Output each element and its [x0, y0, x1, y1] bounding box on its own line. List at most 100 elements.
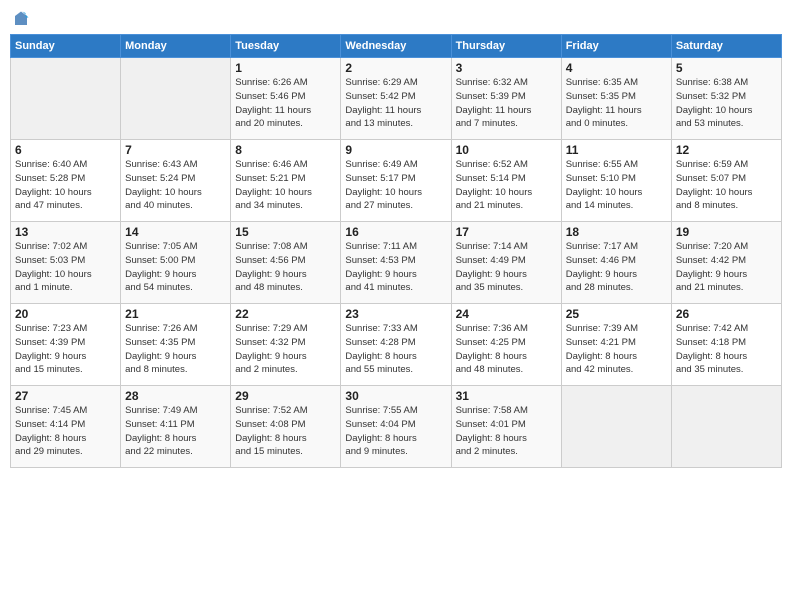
day-info: Sunrise: 6:38 AMSunset: 5:32 PMDaylight:… — [676, 76, 777, 131]
day-cell: 12Sunrise: 6:59 AMSunset: 5:07 PMDayligh… — [671, 140, 781, 222]
week-row-1: 1Sunrise: 6:26 AMSunset: 5:46 PMDaylight… — [11, 58, 782, 140]
day-number: 23 — [345, 307, 446, 321]
week-row-3: 13Sunrise: 7:02 AMSunset: 5:03 PMDayligh… — [11, 222, 782, 304]
day-info: Sunrise: 7:42 AMSunset: 4:18 PMDaylight:… — [676, 322, 777, 377]
day-cell: 16Sunrise: 7:11 AMSunset: 4:53 PMDayligh… — [341, 222, 451, 304]
day-cell: 28Sunrise: 7:49 AMSunset: 4:11 PMDayligh… — [121, 386, 231, 468]
day-number: 25 — [566, 307, 667, 321]
day-number: 26 — [676, 307, 777, 321]
day-cell: 20Sunrise: 7:23 AMSunset: 4:39 PMDayligh… — [11, 304, 121, 386]
logo-icon — [12, 10, 30, 28]
day-info: Sunrise: 7:20 AMSunset: 4:42 PMDaylight:… — [676, 240, 777, 295]
day-number: 1 — [235, 61, 336, 75]
day-cell: 23Sunrise: 7:33 AMSunset: 4:28 PMDayligh… — [341, 304, 451, 386]
day-cell: 17Sunrise: 7:14 AMSunset: 4:49 PMDayligh… — [451, 222, 561, 304]
day-info: Sunrise: 7:39 AMSunset: 4:21 PMDaylight:… — [566, 322, 667, 377]
day-info: Sunrise: 7:33 AMSunset: 4:28 PMDaylight:… — [345, 322, 446, 377]
day-info: Sunrise: 7:49 AMSunset: 4:11 PMDaylight:… — [125, 404, 226, 459]
day-info: Sunrise: 6:32 AMSunset: 5:39 PMDaylight:… — [456, 76, 557, 131]
day-cell: 1Sunrise: 6:26 AMSunset: 5:46 PMDaylight… — [231, 58, 341, 140]
day-number: 12 — [676, 143, 777, 157]
day-cell: 2Sunrise: 6:29 AMSunset: 5:42 PMDaylight… — [341, 58, 451, 140]
day-info: Sunrise: 7:29 AMSunset: 4:32 PMDaylight:… — [235, 322, 336, 377]
logo — [10, 10, 30, 28]
day-cell: 21Sunrise: 7:26 AMSunset: 4:35 PMDayligh… — [121, 304, 231, 386]
day-number: 14 — [125, 225, 226, 239]
day-info: Sunrise: 7:05 AMSunset: 5:00 PMDaylight:… — [125, 240, 226, 295]
day-cell: 7Sunrise: 6:43 AMSunset: 5:24 PMDaylight… — [121, 140, 231, 222]
day-cell: 10Sunrise: 6:52 AMSunset: 5:14 PMDayligh… — [451, 140, 561, 222]
day-cell: 29Sunrise: 7:52 AMSunset: 4:08 PMDayligh… — [231, 386, 341, 468]
weekday-monday: Monday — [121, 35, 231, 58]
weekday-thursday: Thursday — [451, 35, 561, 58]
day-number: 3 — [456, 61, 557, 75]
day-info: Sunrise: 6:55 AMSunset: 5:10 PMDaylight:… — [566, 158, 667, 213]
calendar-table: SundayMondayTuesdayWednesdayThursdayFrid… — [10, 34, 782, 468]
day-number: 27 — [15, 389, 116, 403]
day-info: Sunrise: 7:26 AMSunset: 4:35 PMDaylight:… — [125, 322, 226, 377]
weekday-wednesday: Wednesday — [341, 35, 451, 58]
weekday-tuesday: Tuesday — [231, 35, 341, 58]
day-cell: 3Sunrise: 6:32 AMSunset: 5:39 PMDaylight… — [451, 58, 561, 140]
day-info: Sunrise: 7:02 AMSunset: 5:03 PMDaylight:… — [15, 240, 116, 295]
day-info: Sunrise: 6:29 AMSunset: 5:42 PMDaylight:… — [345, 76, 446, 131]
day-info: Sunrise: 7:52 AMSunset: 4:08 PMDaylight:… — [235, 404, 336, 459]
day-cell: 26Sunrise: 7:42 AMSunset: 4:18 PMDayligh… — [671, 304, 781, 386]
day-cell: 15Sunrise: 7:08 AMSunset: 4:56 PMDayligh… — [231, 222, 341, 304]
day-cell — [121, 58, 231, 140]
day-number: 22 — [235, 307, 336, 321]
day-info: Sunrise: 7:23 AMSunset: 4:39 PMDaylight:… — [15, 322, 116, 377]
week-row-5: 27Sunrise: 7:45 AMSunset: 4:14 PMDayligh… — [11, 386, 782, 468]
day-info: Sunrise: 6:46 AMSunset: 5:21 PMDaylight:… — [235, 158, 336, 213]
day-number: 15 — [235, 225, 336, 239]
day-number: 17 — [456, 225, 557, 239]
day-number: 6 — [15, 143, 116, 157]
day-info: Sunrise: 6:26 AMSunset: 5:46 PMDaylight:… — [235, 76, 336, 131]
day-number: 9 — [345, 143, 446, 157]
day-number: 18 — [566, 225, 667, 239]
day-number: 2 — [345, 61, 446, 75]
day-cell: 27Sunrise: 7:45 AMSunset: 4:14 PMDayligh… — [11, 386, 121, 468]
day-info: Sunrise: 7:14 AMSunset: 4:49 PMDaylight:… — [456, 240, 557, 295]
day-number: 28 — [125, 389, 226, 403]
day-number: 21 — [125, 307, 226, 321]
day-number: 29 — [235, 389, 336, 403]
day-cell: 9Sunrise: 6:49 AMSunset: 5:17 PMDaylight… — [341, 140, 451, 222]
day-cell: 18Sunrise: 7:17 AMSunset: 4:46 PMDayligh… — [561, 222, 671, 304]
day-info: Sunrise: 6:52 AMSunset: 5:14 PMDaylight:… — [456, 158, 557, 213]
day-info: Sunrise: 6:43 AMSunset: 5:24 PMDaylight:… — [125, 158, 226, 213]
calendar-container: SundayMondayTuesdayWednesdayThursdayFrid… — [0, 0, 792, 612]
weekday-friday: Friday — [561, 35, 671, 58]
day-cell: 19Sunrise: 7:20 AMSunset: 4:42 PMDayligh… — [671, 222, 781, 304]
day-number: 11 — [566, 143, 667, 157]
day-number: 24 — [456, 307, 557, 321]
day-number: 31 — [456, 389, 557, 403]
day-cell: 6Sunrise: 6:40 AMSunset: 5:28 PMDaylight… — [11, 140, 121, 222]
day-info: Sunrise: 7:45 AMSunset: 4:14 PMDaylight:… — [15, 404, 116, 459]
day-cell: 25Sunrise: 7:39 AMSunset: 4:21 PMDayligh… — [561, 304, 671, 386]
day-number: 4 — [566, 61, 667, 75]
week-row-4: 20Sunrise: 7:23 AMSunset: 4:39 PMDayligh… — [11, 304, 782, 386]
weekday-saturday: Saturday — [671, 35, 781, 58]
day-info: Sunrise: 7:55 AMSunset: 4:04 PMDaylight:… — [345, 404, 446, 459]
weekday-sunday: Sunday — [11, 35, 121, 58]
day-info: Sunrise: 6:35 AMSunset: 5:35 PMDaylight:… — [566, 76, 667, 131]
day-number: 19 — [676, 225, 777, 239]
day-number: 10 — [456, 143, 557, 157]
header — [10, 10, 782, 28]
day-info: Sunrise: 7:17 AMSunset: 4:46 PMDaylight:… — [566, 240, 667, 295]
day-cell: 24Sunrise: 7:36 AMSunset: 4:25 PMDayligh… — [451, 304, 561, 386]
day-cell: 11Sunrise: 6:55 AMSunset: 5:10 PMDayligh… — [561, 140, 671, 222]
day-number: 8 — [235, 143, 336, 157]
day-cell — [561, 386, 671, 468]
day-info: Sunrise: 7:11 AMSunset: 4:53 PMDaylight:… — [345, 240, 446, 295]
day-info: Sunrise: 7:58 AMSunset: 4:01 PMDaylight:… — [456, 404, 557, 459]
day-cell: 8Sunrise: 6:46 AMSunset: 5:21 PMDaylight… — [231, 140, 341, 222]
week-row-2: 6Sunrise: 6:40 AMSunset: 5:28 PMDaylight… — [11, 140, 782, 222]
day-number: 30 — [345, 389, 446, 403]
day-info: Sunrise: 6:40 AMSunset: 5:28 PMDaylight:… — [15, 158, 116, 213]
day-number: 13 — [15, 225, 116, 239]
day-cell: 22Sunrise: 7:29 AMSunset: 4:32 PMDayligh… — [231, 304, 341, 386]
day-cell — [11, 58, 121, 140]
day-cell — [671, 386, 781, 468]
